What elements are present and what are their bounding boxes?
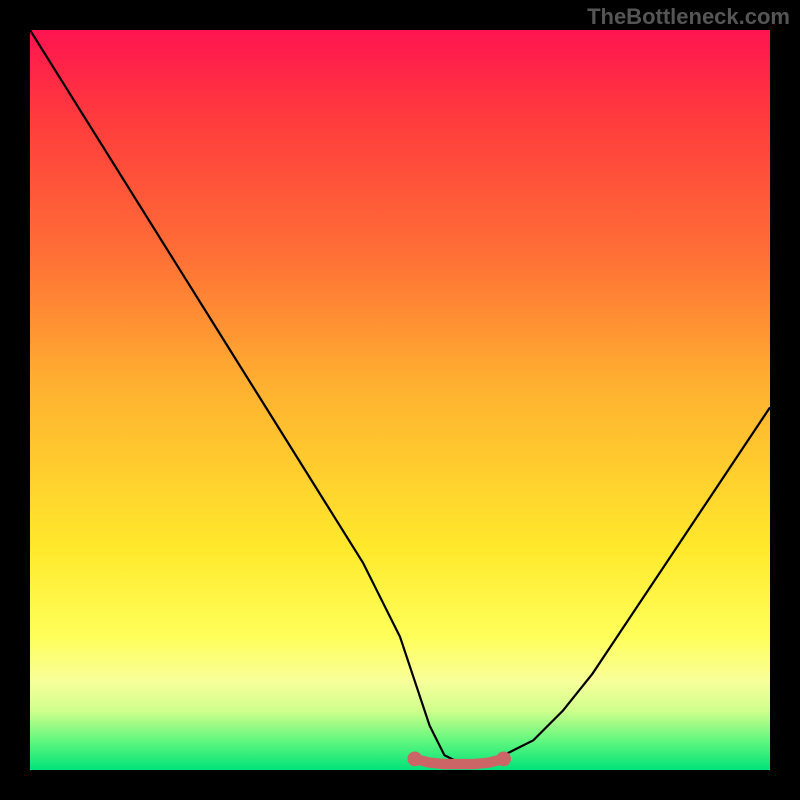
optimal-region-endpoint	[407, 752, 422, 767]
optimal-region-line	[415, 759, 504, 764]
chart-svg	[30, 30, 770, 770]
bottleneck-curve	[30, 30, 770, 763]
watermark-text: TheBottleneck.com	[587, 4, 790, 30]
optimal-flat-region	[407, 752, 511, 767]
optimal-region-endpoint	[496, 752, 511, 767]
plot-area	[30, 30, 770, 770]
